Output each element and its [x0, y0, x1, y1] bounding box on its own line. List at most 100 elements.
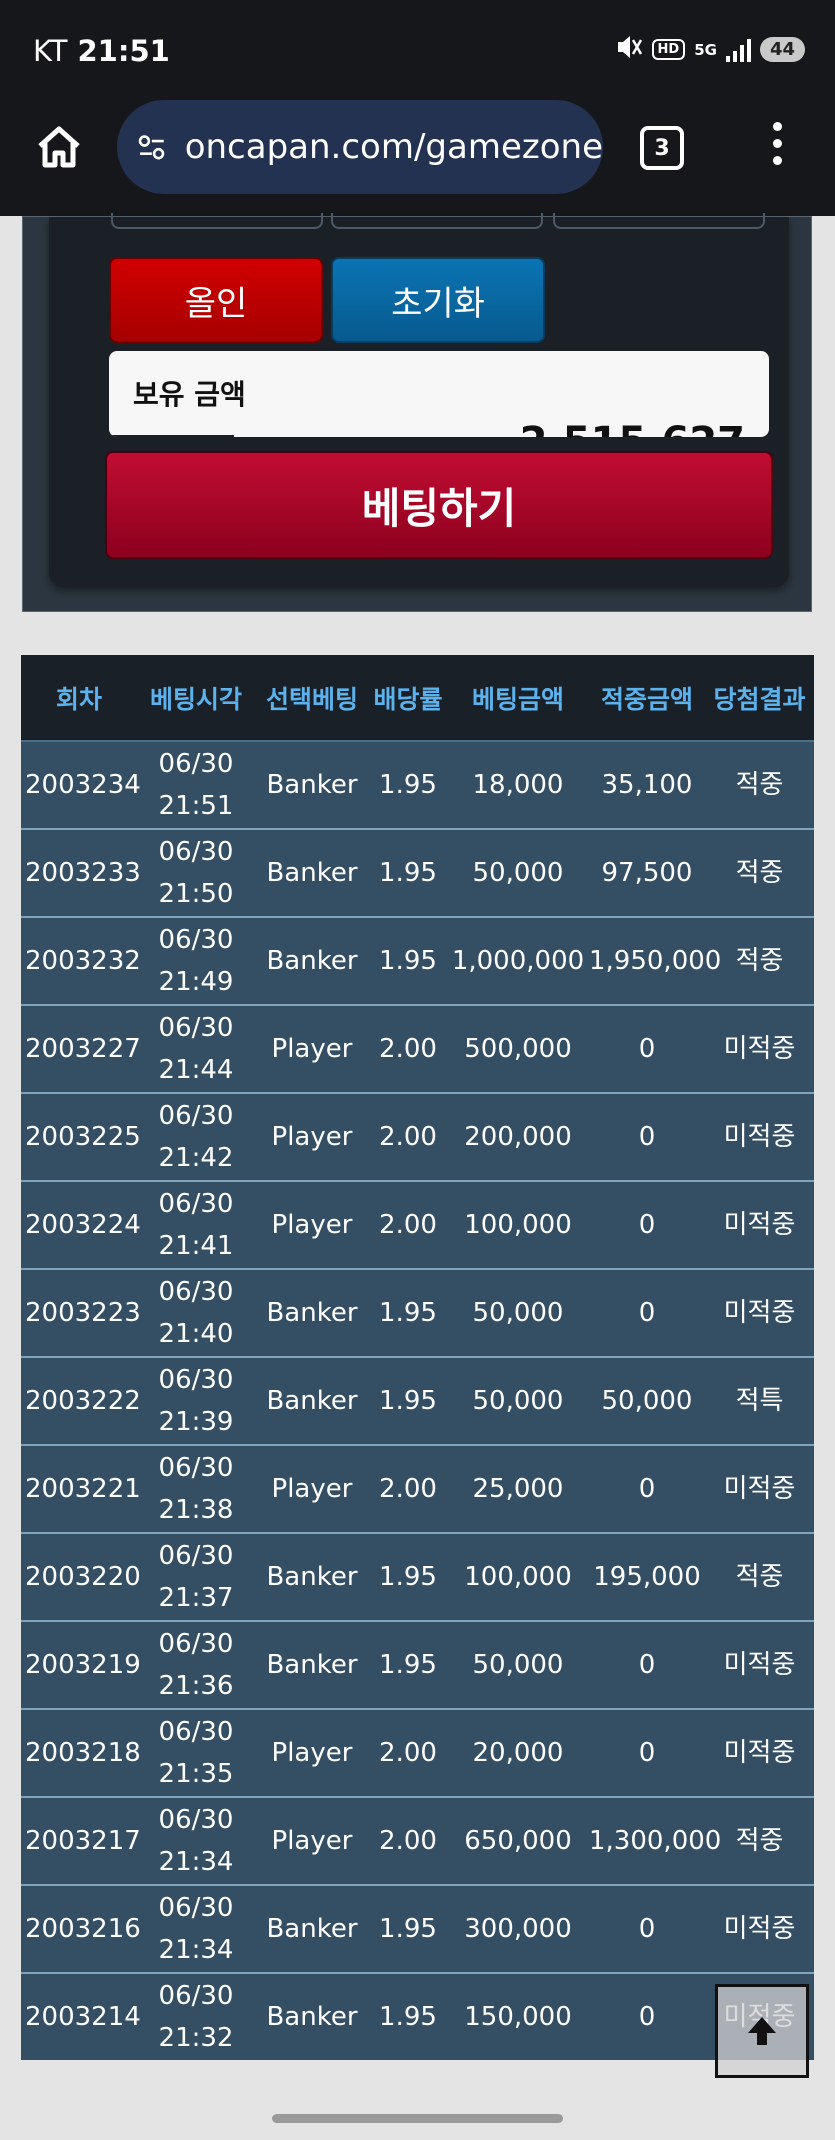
table-row: 2003232 06/30 21:49 Banker 1.95 1,000,000 1,95… [21, 916, 814, 1005]
scroll-to-top-button[interactable] [715, 1984, 809, 2078]
odds-cell-text: 1.95 [379, 1298, 437, 1328]
result-cell-text: 미적중 [723, 1034, 796, 1064]
odds-cell-text: 2.00 [379, 1122, 437, 1152]
place-bet-button[interactable]: 베팅하기 [105, 451, 773, 559]
result-cell: 미적중 [705, 1444, 814, 1533]
win-amount-cell: 1,300,000 [589, 1796, 721, 1885]
odds-cell: 1.95 [369, 828, 447, 917]
win-amount-cell: 35,100 [589, 740, 705, 829]
table-row: 2003216 06/30 21:34 Banker 1.95 300,000 0 미적중 [21, 1884, 814, 1973]
pick-cell-text: Banker [266, 2002, 358, 2032]
home-icon [38, 126, 80, 168]
url-text[interactable]: oncapan.com/gamezone [185, 127, 603, 167]
pick-cell-text: Player [271, 1122, 353, 1152]
address-bar[interactable]: oncapan.com/gamezone [117, 100, 603, 194]
chip-button[interactable] [331, 213, 543, 229]
chip-button[interactable] [553, 213, 765, 229]
bet-panel-frame: 올인 초기화 보유 금액 2,515,627 베팅하기 [22, 213, 812, 612]
bet-time-cell-text: 21:34 [158, 1935, 234, 1965]
bet-time-cell-text: 21:34 [158, 1847, 234, 1877]
bet-amount-cell: 50,000 [447, 1356, 589, 1445]
battery-icon: 44 [759, 37, 805, 62]
bet-amount-cell: 650,000 [447, 1796, 589, 1885]
result-cell: 미적중 [705, 1180, 814, 1269]
pick-cell: Player [255, 1004, 369, 1093]
result-cell-text: 미적중 [723, 1650, 796, 1680]
round-cell: 2003221 [21, 1444, 141, 1533]
bet-time-cell: 06/30 21:32 [137, 1972, 255, 2060]
bet-amount-cell-text: 50,000 [472, 1650, 564, 1680]
result-cell: 적중 [705, 740, 814, 829]
bet-amount-cell: 1,000,000 [447, 916, 589, 1005]
win-amount-cell-text: 0 [638, 1650, 656, 1680]
win-amount-cell: 0 [589, 1444, 705, 1533]
win-amount-cell: 0 [589, 1708, 705, 1797]
bet-time-cell-text: 06/30 [158, 749, 234, 779]
table-row: 2003222 06/30 21:39 Banker 1.95 50,000 50,000 적… [21, 1356, 814, 1445]
win-amount-cell: 0 [589, 1620, 705, 1709]
win-amount-cell: 0 [589, 1884, 705, 1973]
pick-cell-text: Player [271, 1474, 353, 1504]
carrier-time: KT 21:51 [33, 34, 170, 68]
odds-cell-text: 1.95 [379, 2002, 437, 2032]
odds-cell-text: 1.95 [379, 1650, 437, 1680]
bet-time-cell-text: 06/30 [158, 1805, 234, 1835]
table-row: 2003219 06/30 21:36 Banker 1.95 50,000 0 미적중 [21, 1620, 814, 1709]
bet-time-cell-text: 21:35 [158, 1759, 234, 1789]
odds-cell: 2.00 [369, 1796, 447, 1885]
bet-amount-cell-text: 50,000 [472, 1386, 564, 1416]
gesture-nav-bar[interactable] [272, 2114, 563, 2123]
hd-voice-icon: HD [651, 39, 686, 60]
round-cell: 2003214 [21, 1972, 141, 2060]
round-cell: 2003219 [21, 1620, 141, 1709]
bet-time-cell-text: 06/30 [158, 1189, 234, 1219]
round-cell: 2003224 [21, 1180, 141, 1269]
round-cell: 2003222 [21, 1356, 141, 1445]
pick-cell-text: Banker [266, 946, 358, 976]
round-cell-text: 2003223 [25, 1298, 141, 1328]
result-cell-text: 적중 [735, 770, 784, 800]
tab-switcher-button[interactable]: 3 [640, 126, 684, 170]
round-cell-text: 2003224 [25, 1210, 141, 1240]
round-cell-text: 2003233 [25, 858, 141, 888]
win-amount-cell: 97,500 [589, 828, 705, 917]
bet-amount-cell: 300,000 [447, 1884, 589, 1973]
tune-icon[interactable] [137, 127, 167, 167]
bet-amount-cell: 20,000 [447, 1708, 589, 1797]
win-amount-cell: 0 [589, 1268, 705, 1357]
bet-amount-cell: 50,000 [447, 828, 589, 917]
round-cell-text: 2003232 [25, 946, 141, 976]
result-cell: 적중 [705, 828, 814, 917]
pick-cell: Banker [255, 1268, 369, 1357]
chip-button[interactable] [111, 213, 323, 229]
win-amount-cell-text: 0 [638, 1034, 656, 1064]
pick-cell: Player [255, 1092, 369, 1181]
round-cell-text: 2003219 [25, 1650, 141, 1680]
pick-cell: Player [255, 1180, 369, 1269]
carrier-name: KT [33, 34, 68, 68]
odds-cell: 2.00 [369, 1444, 447, 1533]
win-amount-cell: 0 [589, 1004, 705, 1093]
result-cell: 적중 [705, 1796, 814, 1885]
more-vert-icon[interactable] [770, 122, 784, 172]
reset-button[interactable]: 초기화 [331, 257, 545, 343]
bet-time-cell: 06/30 21:34 [137, 1796, 255, 1885]
home-button[interactable] [34, 122, 84, 172]
win-amount-cell-text: 97,500 [601, 858, 693, 888]
pick-cell-text: Banker [266, 1386, 358, 1416]
all-in-button[interactable]: 올인 [109, 257, 323, 343]
balance-edge [109, 435, 234, 437]
bet-time-cell: 06/30 21:49 [137, 916, 255, 1005]
win-amount-cell-text: 0 [638, 1738, 656, 1768]
bet-time-cell-text: 06/30 [158, 1541, 234, 1571]
pick-cell: Banker [255, 1884, 369, 1973]
win-amount-cell: 195,000 [589, 1532, 705, 1621]
bet-time-cell: 06/30 21:36 [137, 1620, 255, 1709]
column-header: 베팅금액 [447, 655, 589, 742]
result-cell: 적중 [705, 1532, 814, 1621]
bet-time-cell-text: 06/30 [158, 1893, 234, 1923]
bet-amount-cell-text: 50,000 [472, 1298, 564, 1328]
column-header: 적중금액 [589, 655, 705, 742]
round-cell: 2003223 [21, 1268, 141, 1357]
odds-cell: 1.95 [369, 1356, 447, 1445]
